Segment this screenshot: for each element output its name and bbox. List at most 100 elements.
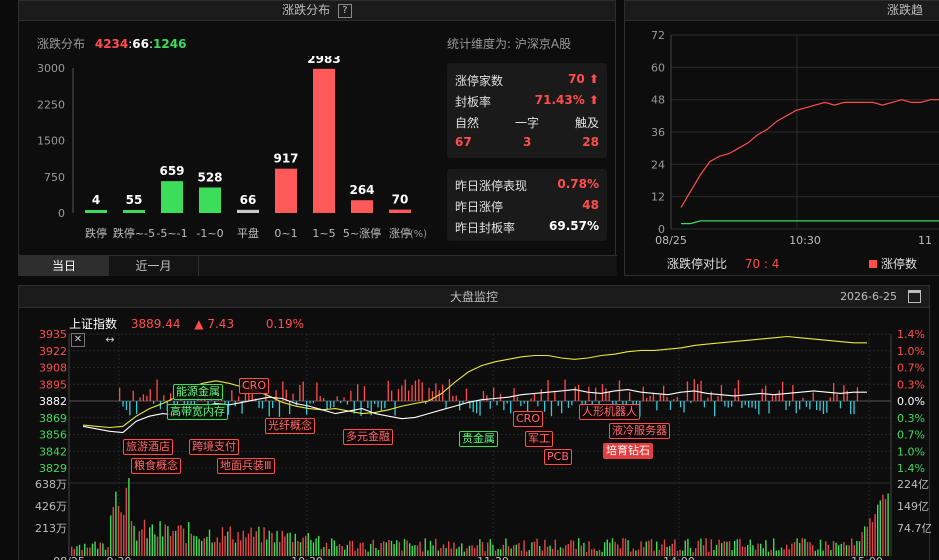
flow-bar: [384, 401, 386, 409]
volume-bar: [370, 543, 372, 556]
flow-bar: [489, 401, 491, 409]
volume-bar: [253, 536, 255, 556]
flow-bar: [608, 391, 610, 401]
volume-bar: [302, 537, 304, 556]
concept-tag[interactable]: 人形机器人: [579, 404, 640, 420]
flow-bar: [516, 396, 519, 401]
trend-series-label: 涨停数: [881, 257, 918, 271]
concept-tag[interactable]: 能源金属: [173, 384, 223, 400]
flow-bar: [459, 401, 461, 411]
volume-bar: [624, 538, 627, 556]
concept-tag[interactable]: 培育钻石: [603, 443, 653, 459]
concept-tag[interactable]: 贵金属: [459, 431, 498, 447]
flow-bar: [156, 379, 158, 401]
volume-bar: [159, 521, 161, 556]
volume-bar: [578, 538, 580, 556]
calendar-icon[interactable]: [908, 290, 921, 303]
volume-bar: [788, 549, 790, 556]
volume-bar: [284, 536, 286, 556]
volume-bar: [344, 549, 346, 556]
concept-tag[interactable]: 军工: [525, 431, 553, 447]
volume-bar: [206, 536, 208, 556]
volume-bar: [609, 542, 611, 556]
flow-bar: [323, 397, 325, 401]
tab-today[interactable]: 当日: [19, 256, 109, 276]
concept-tag[interactable]: 跨境支付: [189, 439, 239, 455]
flow-bar: [809, 401, 811, 410]
volume-bar: [520, 550, 523, 556]
flow-bar: [472, 401, 474, 413]
volume-bar: [336, 546, 338, 556]
trend-header: 涨跌趋: [625, 1, 939, 21]
concept-tag[interactable]: 地面兵装Ⅲ: [217, 458, 275, 474]
up-count: 4234: [94, 37, 129, 51]
concept-tag[interactable]: 光纤概念: [265, 418, 315, 434]
volume-bar: [845, 545, 848, 556]
volume-bar: [705, 538, 707, 556]
flow-bar: [751, 401, 753, 408]
volume-bar: [364, 549, 367, 556]
x-tick-label: -1~0: [196, 227, 223, 240]
x-tick-label: 跌停~-5: [113, 226, 155, 240]
volume-bar: [882, 494, 884, 556]
y-tick-right: 0.3%: [897, 412, 925, 425]
y-tick-right: 0.7%: [897, 362, 925, 375]
concept-tag[interactable]: 高带宽内存: [167, 404, 228, 420]
concept-tag[interactable]: 粮食概念: [131, 458, 181, 474]
volume-bar: [812, 545, 814, 556]
flow-bar: [839, 401, 842, 409]
concept-tag[interactable]: 旅游酒店: [123, 439, 173, 455]
close-icon[interactable]: ✕: [71, 333, 85, 347]
flow-bar: [765, 385, 767, 401]
flow-bar: [292, 393, 294, 401]
flow-bar: [656, 401, 658, 411]
volume-bar: [112, 506, 114, 556]
volume-bar: [775, 550, 777, 556]
tab-month[interactable]: 近一月: [109, 256, 199, 276]
concept-tag[interactable]: CRO: [513, 411, 543, 427]
trend-legend-label: 涨跌停对比: [667, 257, 728, 271]
volume-bar: [575, 548, 577, 556]
volume-bar: [687, 538, 689, 556]
flow-bar: [401, 385, 403, 401]
flow-bar: [707, 397, 709, 401]
volume-bar: [169, 535, 172, 556]
flow-bar: [856, 387, 859, 401]
volume-bar: [367, 551, 369, 556]
volume-bar: [697, 540, 699, 556]
expand-icon[interactable]: ↔: [103, 333, 117, 347]
concept-tag[interactable]: 液冷服务器: [609, 423, 670, 439]
volume-bar: [440, 547, 442, 556]
volume-bar: [528, 550, 530, 556]
volume-bar: [736, 539, 738, 556]
volume-bar: [728, 541, 731, 556]
volume-bar: [601, 551, 603, 556]
volume-bar: [513, 545, 515, 556]
concept-tag[interactable]: PCB: [544, 449, 572, 465]
volume-bar: [557, 550, 559, 556]
volume-bar: [310, 539, 312, 556]
flow-bar: [850, 401, 852, 415]
volume-bar: [445, 548, 447, 556]
volume-bar: [167, 526, 169, 556]
volume-bar: [216, 537, 218, 556]
flow-bar: [397, 389, 400, 401]
flow-bar: [278, 401, 281, 417]
volume-bar: [110, 515, 112, 556]
y-tick-left: 3869: [39, 412, 67, 425]
volume-bar: [414, 545, 416, 556]
distribution-bar-chart: 3000 2250 1500 750 0 4 跌停 55 跌停~-5 659 -5~-1 528 -1~…: [37, 56, 427, 240]
concept-tag[interactable]: 多元金融: [343, 429, 393, 445]
x-tick-label: 涨停: [389, 226, 411, 240]
volume-bar: [362, 542, 364, 556]
concept-tag[interactable]: CRO: [239, 378, 269, 394]
touch-value: 28: [582, 135, 599, 149]
volume-bar: [276, 530, 278, 556]
help-icon[interactable]: ?: [337, 4, 352, 18]
flow-bar: [455, 395, 457, 401]
volume-bar: [427, 550, 429, 556]
flow-bar: [737, 380, 740, 401]
trend-series-0: [680, 99, 939, 208]
y-tick-right: 0.0%: [897, 395, 925, 408]
volume-bar: [645, 541, 647, 556]
